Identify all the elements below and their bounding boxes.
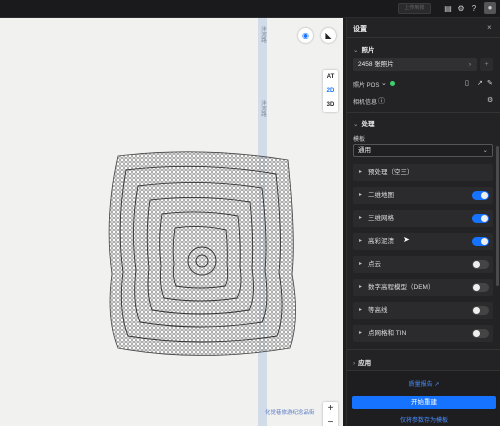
divider <box>347 112 500 113</box>
gear-icon[interactable]: ⚙ <box>487 96 493 104</box>
step-preprocess[interactable]: ▸ 预处理（空三） <box>353 164 493 181</box>
pos-status-icon <box>390 81 395 86</box>
chevron-down-icon: ⌄ <box>482 147 488 154</box>
file-icon[interactable]: ▯ <box>465 79 469 87</box>
chevron-right-icon: › <box>468 61 471 68</box>
mode-at[interactable]: AT <box>323 70 338 84</box>
template-value: 通用 <box>358 147 371 154</box>
step-label: 等高线 <box>368 307 388 314</box>
step-label: 数字高程模型（DEM） <box>368 284 435 291</box>
zoom-out-button[interactable]: − <box>323 416 338 426</box>
upload-button[interactable]: 上传到账 <box>398 3 431 14</box>
photo-positions-overlay <box>108 151 296 356</box>
step-label: 二维地图 <box>368 192 394 199</box>
divider <box>347 37 500 38</box>
chevron-right-icon: ▸ <box>359 284 363 290</box>
section-apply[interactable]: › 应用 <box>353 357 371 367</box>
step-2d-map[interactable]: ▸ 二维地图 <box>353 187 493 204</box>
mode-2d[interactable]: 2D <box>323 84 338 98</box>
scrollbar[interactable] <box>496 146 499 286</box>
toggle-dem[interactable] <box>472 283 489 292</box>
photo-pos-label[interactable]: 照片 POS <box>353 80 379 89</box>
top-bar: 上传到账 ▤ ⚙ ? ● <box>0 0 500 18</box>
chevron-right-icon: ▸ <box>359 192 363 198</box>
panel-footer: 质量报告 ↗ 开始重建 仅将参数存为模板 <box>347 370 500 426</box>
view-mode-switch: AT 2D 3D <box>323 70 338 112</box>
chevron-right-icon: ▸ <box>359 238 363 244</box>
chevron-down-icon[interactable]: ⌄ <box>381 79 387 87</box>
toggle-2d-map[interactable] <box>472 191 489 200</box>
map-view[interactable]: 沣河路 沣河路 ◉ ◣ AT 2D 3D 化觉巷旅游纪念品街 + − <box>0 18 343 426</box>
settings-panel: 设置 × ⌄ 照片 2458 张照片 › + 照片 POS ⌄ ▯ ↗ ✎ 相机信… <box>346 18 500 426</box>
toggle-contours[interactable] <box>472 306 489 315</box>
chevron-right-icon: ▸ <box>359 330 363 336</box>
zoom-controls: + − <box>323 402 338 426</box>
section-apply-label: 应用 <box>358 360 372 367</box>
toggle-point-cloud[interactable] <box>472 260 489 269</box>
toggle-3d-mesh[interactable] <box>472 214 489 223</box>
photo-count-box[interactable]: 2458 张照片 › <box>353 58 477 71</box>
toggle-tin[interactable] <box>472 329 489 338</box>
poi-label: 化觉巷旅游纪念品街 <box>265 410 315 416</box>
mouse-cursor-icon: ➤ <box>403 235 410 244</box>
step-dem[interactable]: ▸ 数字高程模型（DEM） <box>353 279 493 296</box>
close-icon[interactable]: × <box>487 23 492 32</box>
start-reconstruction-button[interactable]: 开始重建 <box>352 396 496 409</box>
camera-info-label[interactable]: 相机信息 <box>353 97 377 106</box>
divider <box>347 349 500 350</box>
camera-icon[interactable]: ◉ <box>298 28 313 43</box>
section-photos-label: 照片 <box>361 47 375 54</box>
external-link-icon: ↗ <box>434 382 440 388</box>
add-photos-button[interactable]: + <box>480 58 493 71</box>
help-icon[interactable]: ? <box>469 3 479 14</box>
template-label: 模板 <box>353 137 366 143</box>
measure-icon[interactable]: ◣ <box>321 28 336 43</box>
quality-report-link[interactable]: 质量报告 ↗ <box>347 379 500 388</box>
step-tin[interactable]: ▸ 点网格和 TIN <box>353 325 493 342</box>
step-contours[interactable]: ▸ 等高线 <box>353 302 493 319</box>
chevron-right-icon: ▸ <box>359 307 363 313</box>
panel-title: 设置 <box>353 26 367 33</box>
save-template-link[interactable]: 仅将参数存为模板 <box>347 415 500 424</box>
step-3d-mesh[interactable]: ▸ 三维网格 <box>353 210 493 227</box>
document-icon[interactable]: ▤ <box>443 3 453 14</box>
chevron-down-icon: ⌄ <box>353 121 359 128</box>
step-texture[interactable]: ▸ 高彩泥溃 <box>353 233 493 250</box>
chevron-right-icon: › <box>353 360 356 367</box>
step-label: 三维网格 <box>368 215 394 222</box>
user-icon[interactable]: ● <box>484 2 496 14</box>
section-processing[interactable]: ⌄ 处理 <box>353 118 374 128</box>
zoom-in-button[interactable]: + <box>323 402 338 416</box>
chevron-right-icon: ▸ <box>359 215 363 221</box>
info-icon[interactable]: ⓘ <box>378 96 385 106</box>
chevron-down-icon: ⌄ <box>353 47 359 54</box>
section-processing-label: 处理 <box>361 121 375 128</box>
step-label: 预处理（空三） <box>368 169 414 176</box>
step-label: 高彩泥溃 <box>368 238 394 245</box>
photo-count-label: 2458 张照片 <box>358 61 394 68</box>
step-point-cloud[interactable]: ▸ 点云 <box>353 256 493 273</box>
export-icon[interactable]: ↗ <box>477 79 483 87</box>
quality-report-label: 质量报告 <box>408 382 433 388</box>
mode-3d[interactable]: 3D <box>323 98 338 112</box>
step-label: 点云 <box>368 261 381 268</box>
step-label: 点网格和 TIN <box>368 330 407 337</box>
chevron-right-icon: ▸ <box>359 169 363 175</box>
chevron-right-icon: ▸ <box>359 261 363 267</box>
edit-icon[interactable]: ✎ <box>487 79 493 87</box>
section-photos[interactable]: ⌄ 照片 <box>353 44 374 54</box>
gear-icon[interactable]: ⚙ <box>456 3 466 14</box>
template-select[interactable]: 通用 ⌄ <box>353 144 493 157</box>
toggle-texture[interactable] <box>472 237 489 246</box>
